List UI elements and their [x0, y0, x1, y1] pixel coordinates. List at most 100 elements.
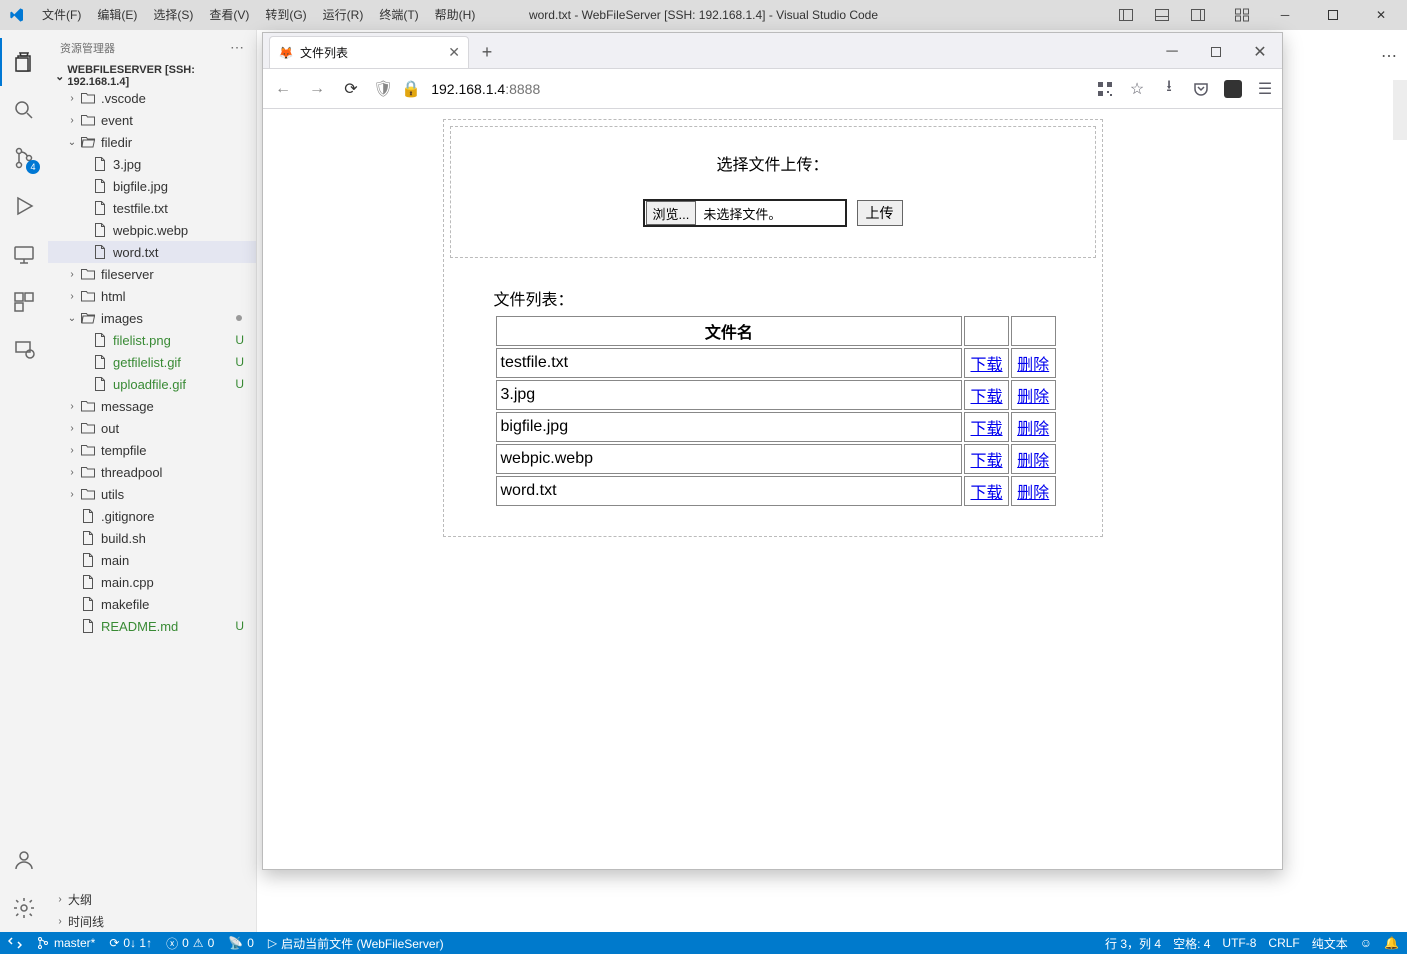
browser-minimize-button[interactable]: ─: [1150, 36, 1194, 68]
browse-button[interactable]: 浏览...: [646, 201, 697, 225]
tree-folder[interactable]: ›event: [48, 109, 256, 131]
status-sync[interactable]: ⟳0↓ 1↑: [109, 936, 152, 950]
layout-sidebarleft-icon[interactable]: [1109, 0, 1143, 30]
tab-close-icon[interactable]: ✕: [448, 44, 460, 61]
menu-item[interactable]: 运行(R): [315, 0, 372, 30]
tree-file[interactable]: main: [48, 549, 256, 571]
activity-extensions[interactable]: [0, 278, 48, 326]
tree-folder[interactable]: ›html: [48, 285, 256, 307]
tree-file[interactable]: 3.jpg: [48, 153, 256, 175]
menu-item[interactable]: 文件(F): [34, 0, 89, 30]
status-lang[interactable]: 纯文本: [1312, 935, 1348, 952]
delete-link[interactable]: 删除: [1017, 389, 1049, 406]
tree-file[interactable]: bigfile.jpg: [48, 175, 256, 197]
layout-customize-icon[interactable]: [1225, 0, 1259, 30]
lock-icon[interactable]: 🔒: [401, 79, 421, 99]
window-close-button[interactable]: ✕: [1359, 0, 1403, 30]
hamburger-menu-icon[interactable]: ☰: [1256, 80, 1274, 98]
editor-more-icon[interactable]: ⋯: [1381, 46, 1397, 66]
file-input[interactable]: 浏览... 未选择文件。: [643, 199, 847, 227]
timeline-section[interactable]: ›时间线: [48, 910, 256, 932]
new-tab-button[interactable]: +: [473, 38, 501, 66]
activity-remote[interactable]: [0, 230, 48, 278]
status-position[interactable]: 行 3，列 4: [1105, 935, 1161, 952]
delete-link[interactable]: 删除: [1017, 421, 1049, 438]
menu-item[interactable]: 转到(G): [257, 0, 314, 30]
download-link[interactable]: 下载: [971, 421, 1003, 438]
status-spaces[interactable]: 空格: 4: [1173, 935, 1210, 952]
tree-folder[interactable]: ›tempfile: [48, 439, 256, 461]
menu-item[interactable]: 编辑(E): [89, 0, 145, 30]
extension-icon[interactable]: [1224, 80, 1242, 98]
status-ports[interactable]: 📡0: [228, 936, 254, 950]
activity-run[interactable]: [0, 182, 48, 230]
tree-file[interactable]: webpic.webp: [48, 219, 256, 241]
minimap[interactable]: [1393, 80, 1407, 140]
status-encoding[interactable]: UTF-8: [1222, 935, 1256, 952]
layout-panelbottom-icon[interactable]: [1145, 0, 1179, 30]
download-link[interactable]: 下载: [971, 453, 1003, 470]
tree-file[interactable]: main.cpp: [48, 571, 256, 593]
tree-file[interactable]: makefile: [48, 593, 256, 615]
pocket-icon[interactable]: [1192, 80, 1210, 98]
download-link[interactable]: 下载: [971, 389, 1003, 406]
tree-file[interactable]: README.mdU: [48, 615, 256, 637]
outline-section[interactable]: ›大纲: [48, 888, 256, 910]
tree-folder[interactable]: ›message: [48, 395, 256, 417]
nav-reload-button[interactable]: ⟳: [339, 77, 363, 101]
status-bell-icon[interactable]: 🔔: [1384, 935, 1399, 952]
activity-settings[interactable]: [0, 884, 48, 932]
menu-item[interactable]: 选择(S): [145, 0, 201, 30]
delete-link[interactable]: 删除: [1017, 485, 1049, 502]
layout-sidebarright-icon[interactable]: [1181, 0, 1215, 30]
activity-search[interactable]: [0, 86, 48, 134]
browser-close-button[interactable]: ✕: [1238, 36, 1282, 68]
nav-forward-button[interactable]: →: [305, 77, 329, 101]
folder-icon: [80, 112, 96, 128]
tree-file[interactable]: uploadfile.gifU: [48, 373, 256, 395]
tree-file[interactable]: testfile.txt: [48, 197, 256, 219]
activity-remote2[interactable]: [0, 326, 48, 374]
downloads-icon[interactable]: ⭳: [1160, 80, 1178, 98]
activity-explorer[interactable]: [0, 38, 48, 86]
upload-button[interactable]: 上传: [857, 200, 903, 226]
tree-folder[interactable]: ⌄filedir: [48, 131, 256, 153]
status-feedback-icon[interactable]: ☺: [1360, 935, 1372, 952]
browser-maximize-button[interactable]: [1194, 36, 1238, 68]
nav-back-button[interactable]: ←: [271, 77, 295, 101]
tree-folder[interactable]: ›.vscode: [48, 87, 256, 109]
status-remote[interactable]: [8, 936, 22, 950]
tree-folder[interactable]: ›utils: [48, 483, 256, 505]
activity-account[interactable]: [0, 836, 48, 884]
status-problems[interactable]: ⓧ0⚠0: [166, 935, 214, 952]
status-eol[interactable]: CRLF: [1268, 935, 1299, 952]
tree-folder[interactable]: ›fileserver: [48, 263, 256, 285]
tree-folder[interactable]: ⌄images: [48, 307, 256, 329]
delete-link[interactable]: 删除: [1017, 453, 1049, 470]
tree-folder[interactable]: ›out: [48, 417, 256, 439]
delete-link[interactable]: 删除: [1017, 357, 1049, 374]
tree-folder[interactable]: ›threadpool: [48, 461, 256, 483]
tree-file[interactable]: build.sh: [48, 527, 256, 549]
menu-item[interactable]: 查看(V): [201, 0, 257, 30]
window-maximize-button[interactable]: [1311, 0, 1355, 30]
qr-icon[interactable]: [1096, 80, 1114, 98]
menu-item[interactable]: 帮助(H): [427, 0, 484, 30]
status-launch[interactable]: ▷启动当前文件 (WebFileServer): [268, 935, 444, 952]
tree-file[interactable]: word.txt: [48, 241, 256, 263]
download-link[interactable]: 下载: [971, 357, 1003, 374]
tree-file[interactable]: filelist.pngU: [48, 329, 256, 351]
menu-item[interactable]: 终端(T): [371, 0, 426, 30]
browser-tab[interactable]: 文件列表 ✕: [269, 36, 469, 68]
status-branch[interactable]: master*: [36, 936, 95, 950]
tree-file[interactable]: getfilelist.gifU: [48, 351, 256, 373]
activity-scm[interactable]: 4: [0, 134, 48, 182]
shield-icon[interactable]: 🛡: [373, 79, 393, 99]
url-bar[interactable]: 192.168.1.4:8888: [431, 81, 540, 97]
sidebar-header-more-icon[interactable]: ⋯: [230, 39, 244, 56]
window-minimize-button[interactable]: ─: [1263, 0, 1307, 30]
download-link[interactable]: 下载: [971, 485, 1003, 502]
bookmark-star-icon[interactable]: ☆: [1128, 80, 1146, 98]
project-section[interactable]: ⌄ WEBFILESERVER [SSH: 192.168.1.4]: [48, 65, 256, 87]
tree-file[interactable]: .gitignore: [48, 505, 256, 527]
